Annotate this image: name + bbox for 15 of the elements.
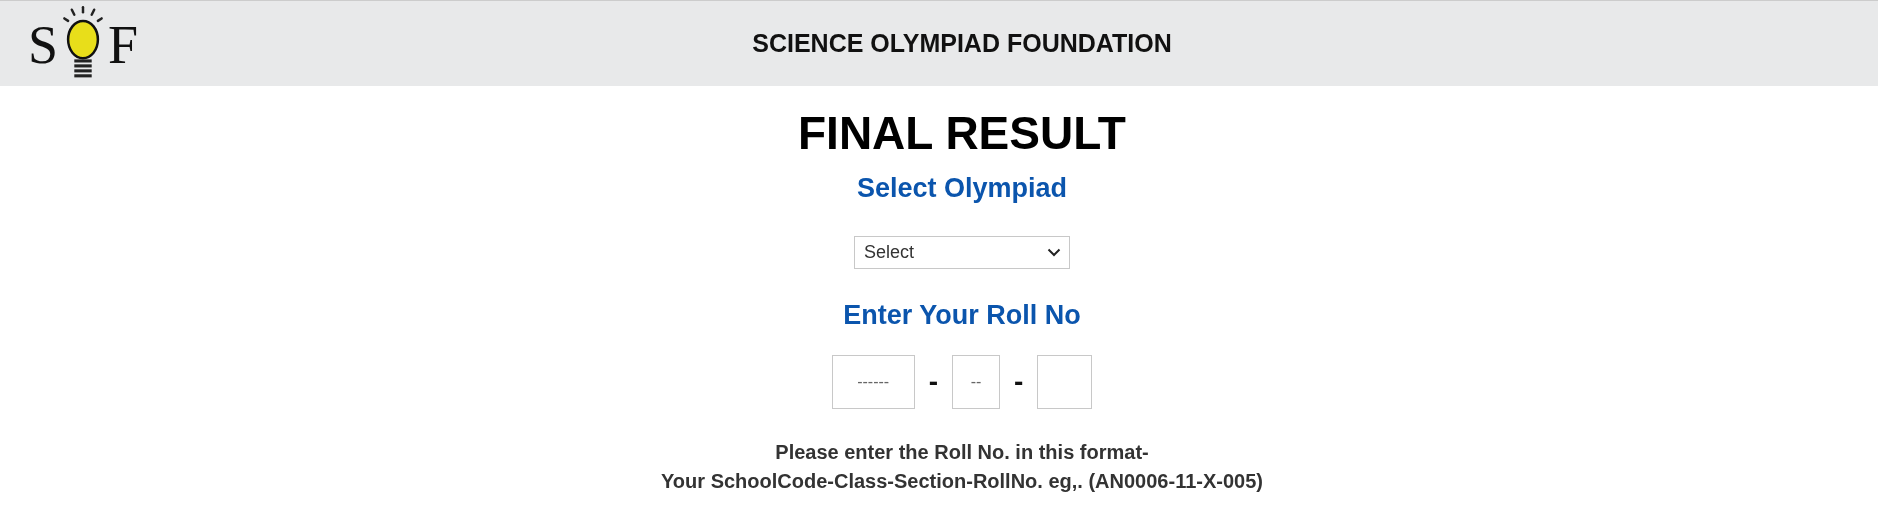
- section-heading: Select Olympiad: [856, 172, 1068, 204]
- caret-icon: [1047, 248, 1061, 257]
- format-hint: Your SchoolCode-Class-Section-RollNo. eg,. (AN0006-11-X-005): [661, 469, 1263, 494]
- separator-dash: -: [928, 366, 938, 398]
- separator-dash: -: [1014, 366, 1024, 398]
- section-heading: Enter Your Roll No: [843, 299, 1081, 331]
- site-title: SCIENCE OLYMPIAD FOUNDATION: [752, 29, 1172, 58]
- format-hint: Please enter the Roll No. in this format-: [775, 440, 1149, 465]
- olympiad-dropdown[interactable]: Select: [854, 236, 1070, 269]
- logo-letter: F: [108, 20, 139, 70]
- roll-number-field[interactable]: [1037, 355, 1093, 409]
- roll-number-field[interactable]: --: [952, 355, 1000, 409]
- logo-letter: S: [28, 20, 59, 70]
- roll-number-field[interactable]: ------: [831, 355, 915, 409]
- page-title: FINAL RESULT: [798, 106, 1126, 160]
